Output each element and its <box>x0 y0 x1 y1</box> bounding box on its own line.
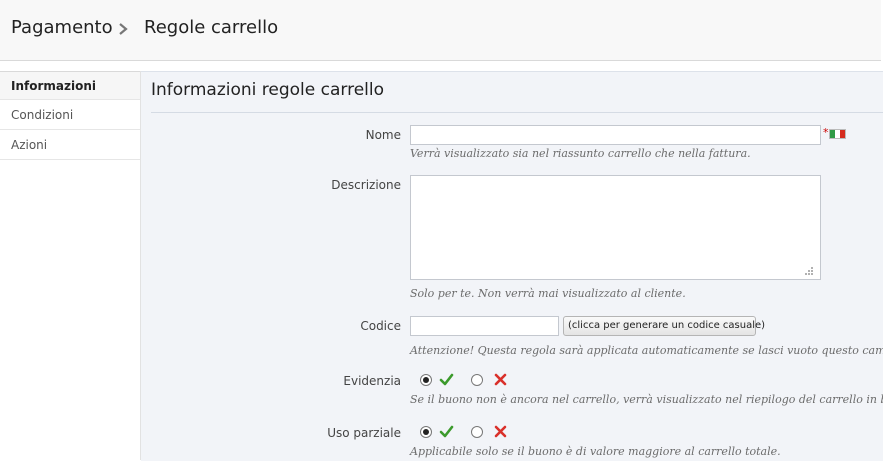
tab-azioni[interactable]: Azioni <box>0 131 140 160</box>
description-hint: Solo per te. Non verrà mai visualizzato … <box>410 287 686 300</box>
name-hint: Verrà visualizzato sia nel riassunto car… <box>410 147 751 160</box>
check-icon <box>439 425 454 438</box>
name-label: Nome <box>365 128 401 142</box>
partial-use-label: Uso parziale <box>327 426 401 440</box>
highlight-label: Evidenzia <box>343 374 401 388</box>
highlight-yes-radio[interactable] <box>420 374 432 386</box>
code-hint: Attenzione! Questa regola sarà applicata… <box>410 344 883 357</box>
page-header: Pagamento Regole carrello <box>0 0 881 61</box>
panel-title: Informazioni regole carrello <box>151 80 385 100</box>
cross-icon <box>494 425 507 438</box>
breadcrumb-parent[interactable]: Pagamento <box>11 17 113 38</box>
highlight-no-radio[interactable] <box>471 374 483 386</box>
required-marker: * <box>823 126 829 139</box>
generate-code-button[interactable]: (clicca per generare un codice casuale) <box>563 316 765 336</box>
info-panel: Informazioni regole carrello Nome * Verr… <box>141 71 883 461</box>
cross-icon <box>494 373 507 386</box>
check-icon <box>439 373 454 386</box>
code-input[interactable] <box>410 316 559 336</box>
tab-informazioni[interactable]: Informazioni <box>0 71 140 100</box>
partial-use-yes-radio[interactable] <box>420 426 432 438</box>
highlight-hint: Se il buono non è ancora nel carrello, v… <box>410 393 883 406</box>
tab-condizioni[interactable]: Condizioni <box>0 101 140 130</box>
breadcrumb-current: Regole carrello <box>144 17 279 38</box>
name-input[interactable] <box>410 125 821 145</box>
code-label: Codice <box>360 319 401 333</box>
description-textarea[interactable] <box>410 175 821 280</box>
chevron-right-icon <box>119 23 128 35</box>
italian-flag-icon[interactable] <box>829 129 846 139</box>
partial-use-no-radio[interactable] <box>471 426 483 438</box>
sidebar-tabs: Informazioni Condizioni Azioni <box>0 71 141 460</box>
partial-use-hint: Applicabile solo se il buono è di valore… <box>410 445 781 458</box>
description-label: Descrizione <box>331 178 401 192</box>
resize-grip-icon[interactable] <box>804 266 814 276</box>
panel-divider <box>151 112 883 113</box>
